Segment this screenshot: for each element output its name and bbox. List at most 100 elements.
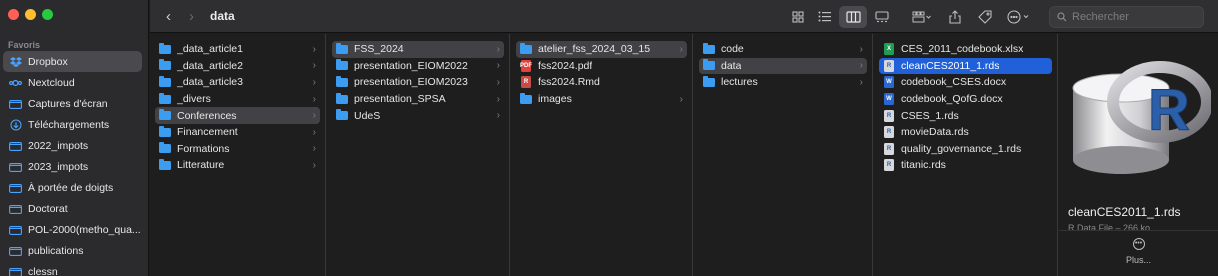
folder-icon (9, 204, 22, 215)
item-label: Formations (177, 142, 230, 155)
sidebar-item-label: Doctorat (28, 203, 68, 216)
sidebar-item[interactable]: 2022_impots (3, 135, 142, 156)
file-row[interactable]: X CES_2011_codebook.xlsx (879, 41, 1052, 58)
chevron-right-icon: › (312, 93, 316, 105)
back-button[interactable]: ‹ (166, 8, 171, 25)
folder-row[interactable]: lectures › (699, 74, 867, 91)
folder-icon (159, 158, 171, 170)
minimize-window-button[interactable] (25, 9, 36, 20)
more-actions-icon[interactable] (1003, 6, 1035, 28)
folder-row[interactable]: Litterature › (155, 157, 320, 174)
toolbar-tools (787, 0, 1218, 33)
nextcloud-icon (9, 77, 22, 88)
folder-row[interactable]: Formations › (155, 141, 320, 158)
folder-row[interactable]: images › (516, 91, 687, 108)
icon-view-icon[interactable] (787, 6, 809, 28)
zoom-window-button[interactable] (42, 9, 53, 20)
dropbox-icon (9, 56, 22, 67)
folder-icon (9, 183, 22, 194)
sidebar-item-label: À portée de doigts (28, 182, 114, 195)
chevron-right-icon: › (859, 60, 863, 72)
item-label: movieData.rds (901, 126, 969, 139)
folder-row[interactable]: _divers › (155, 91, 320, 108)
folder-row[interactable]: presentation_EIOM2023 › (332, 74, 504, 91)
item-label: _divers (177, 93, 211, 106)
file-row[interactable]: Rfss2024.Rmd (516, 74, 687, 91)
item-label: titanic.rds (901, 159, 946, 172)
file-row[interactable]: Rtitanic.rds (879, 157, 1052, 174)
folder-icon (9, 246, 22, 257)
sidebar-item[interactable]: Captures d'écran (3, 93, 142, 114)
folder-row[interactable]: Conferences › (155, 107, 320, 124)
chevron-right-icon: › (496, 93, 500, 105)
sidebar-item[interactable]: POL-2000(metho_qua... (3, 220, 142, 241)
tag-icon[interactable] (973, 6, 997, 28)
folder-row[interactable]: atelier_fss_2024_03_15 › (516, 41, 687, 58)
file-row[interactable]: RmovieData.rds (879, 124, 1052, 141)
folder-icon (9, 162, 22, 173)
item-label: Financement (177, 126, 238, 139)
sidebar-item-label: 2022_impots (28, 139, 89, 152)
column-4: code › data › lectures › (694, 34, 873, 276)
folder-row[interactable]: Financement › (155, 124, 320, 141)
sidebar-item[interactable]: Dropbox (3, 51, 142, 73)
sidebar-item[interactable]: 2023_impots (3, 156, 142, 177)
file-row[interactable]: PDF fss2024.pdf (516, 58, 687, 75)
folder-row[interactable]: UdeS › (332, 107, 504, 124)
rds-file-icon: R (883, 109, 895, 122)
folder-row[interactable]: presentation_SPSA › (332, 91, 504, 108)
forward-button[interactable]: › (189, 8, 194, 25)
sidebar-item[interactable]: Doctorat (3, 199, 142, 220)
item-label: fss2024.Rmd (538, 76, 600, 89)
sidebar-item[interactable]: publications (3, 241, 142, 262)
item-label: fss2024.pdf (538, 59, 593, 72)
chevron-right-icon: › (496, 110, 500, 122)
file-row[interactable]: RcleanCES2011_1.rds (879, 57, 1052, 75)
folder-icon (159, 59, 171, 71)
sidebar-item[interactable]: À portée de doigts (3, 178, 142, 199)
gallery-view-icon[interactable] (871, 6, 893, 28)
item-label: _data_article2 (177, 59, 243, 72)
sidebar-item[interactable]: Téléchargements (3, 114, 142, 135)
folder-row[interactable]: FSS_2024 › (332, 41, 504, 58)
close-window-button[interactable] (8, 9, 19, 20)
sidebar-item-label: Nextcloud (28, 76, 75, 89)
file-row[interactable]: Rquality_governance_1.rds (879, 141, 1052, 158)
folder-row[interactable]: data › (699, 57, 867, 75)
folder-row[interactable]: presentation_EIOM2022 › (332, 58, 504, 75)
file-row[interactable]: Wcodebook_CSES.docx (879, 74, 1052, 91)
item-label: FSS_2024 (354, 43, 404, 56)
file-row[interactable]: R CSES_1.rds (879, 107, 1052, 124)
folder-icon (520, 92, 532, 104)
sidebar-item-label: Dropbox (28, 55, 68, 68)
list-view-icon[interactable] (813, 6, 835, 28)
toolbar: ‹ › data (150, 0, 1218, 33)
file-row[interactable]: Wcodebook_QofG.docx (879, 91, 1052, 108)
share-icon[interactable] (943, 6, 967, 28)
folder-icon (703, 59, 715, 71)
chevron-right-icon: › (859, 43, 863, 55)
sidebar-item-label: POL-2000(metho_qua... (28, 224, 141, 237)
sidebar-item[interactable]: clessn (3, 262, 142, 276)
sidebar: Favoris Dropbox Nextcloud Captures d'écran… (0, 0, 149, 276)
column-view-icon[interactable] (839, 5, 867, 28)
more-button[interactable]: ••• Plus... (1059, 236, 1218, 265)
rds-file-icon: R (883, 142, 895, 155)
item-label: atelier_fss_2024_03_15 (538, 43, 651, 56)
sidebar-item[interactable]: Nextcloud (3, 72, 142, 93)
search-field[interactable] (1049, 5, 1204, 28)
more-icon: ••• (1132, 237, 1145, 250)
window-title: data (210, 9, 235, 23)
folder-row[interactable]: _data_article1 › (155, 41, 320, 58)
group-by-menu-icon[interactable] (907, 6, 937, 28)
item-label: codebook_CSES.docx (901, 76, 1007, 89)
folder-icon (159, 75, 171, 87)
item-label: CSES_1.rds (901, 109, 959, 122)
chevron-right-icon: › (859, 76, 863, 88)
search-input[interactable] (1072, 10, 1202, 23)
folder-row[interactable]: code › (699, 41, 867, 58)
chevron-right-icon: › (312, 43, 316, 55)
folder-row[interactable]: _data_article3 › (155, 74, 320, 91)
folder-row[interactable]: _data_article2 › (155, 58, 320, 75)
folder-icon (159, 142, 171, 154)
